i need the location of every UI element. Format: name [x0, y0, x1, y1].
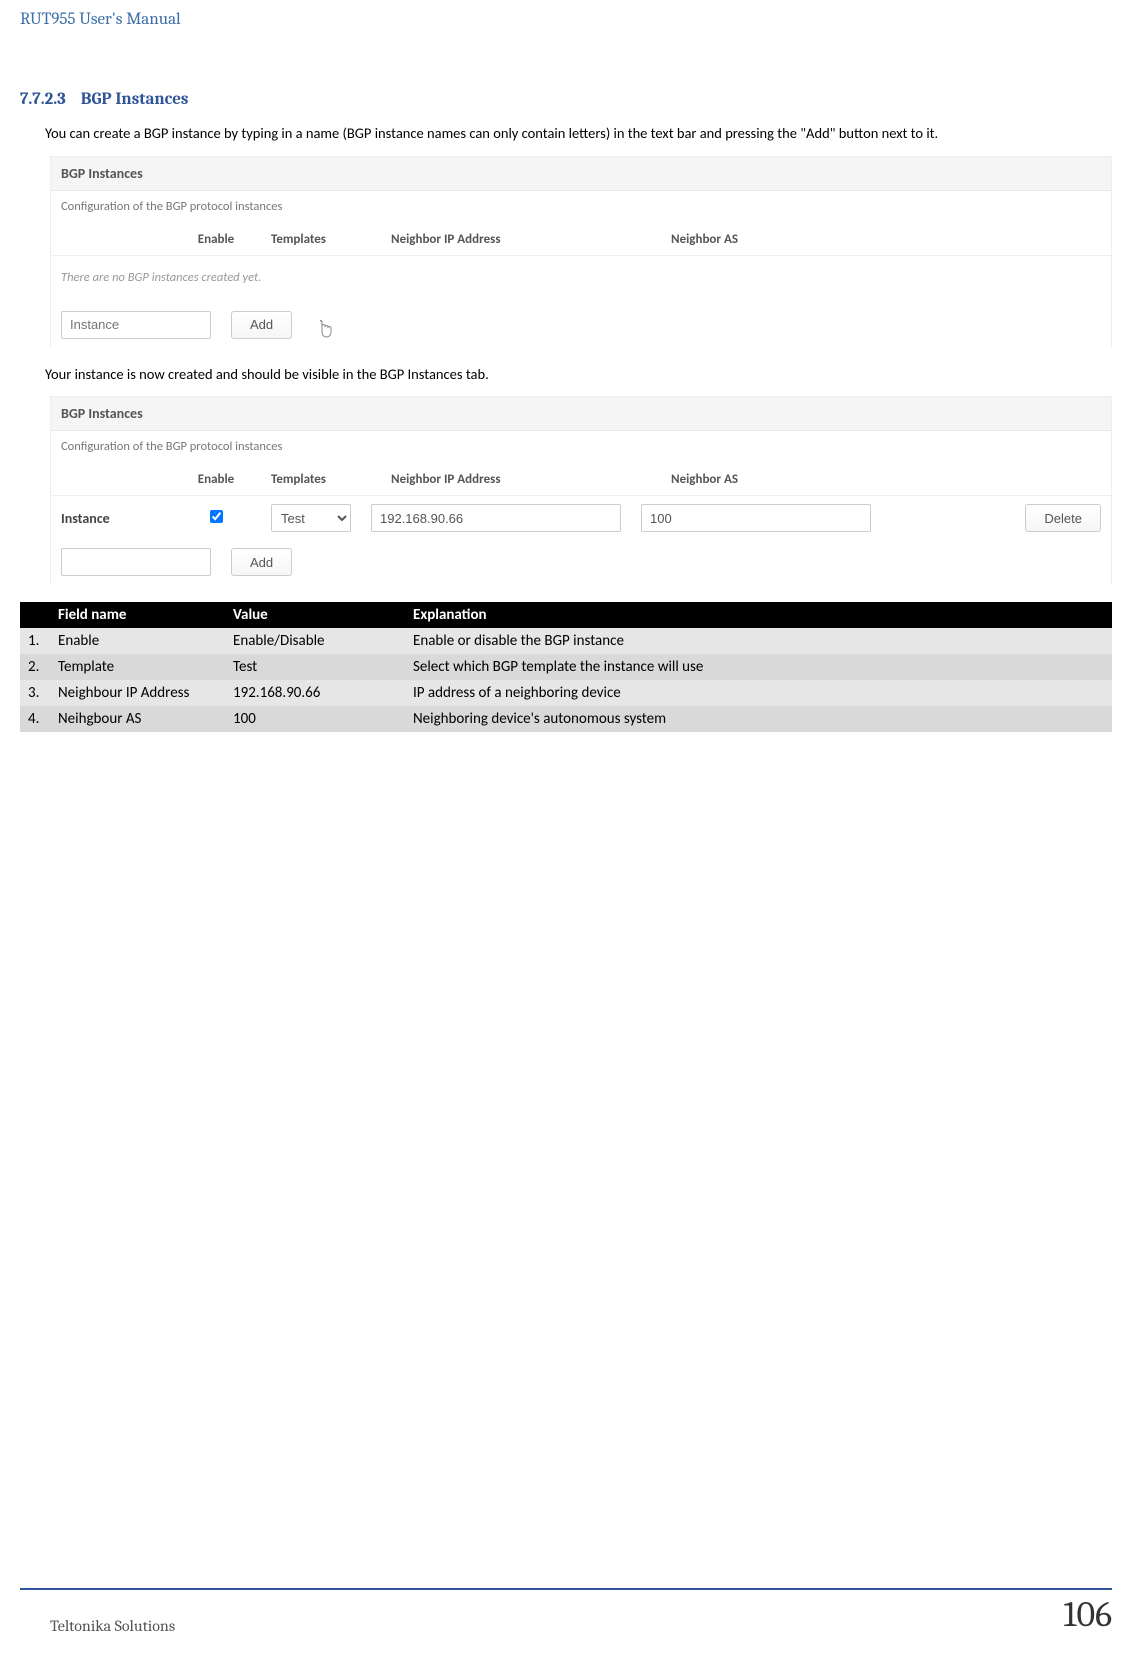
instance-row: Instance Test Delete	[51, 496, 1111, 540]
footer-company: Teltonika Solutions	[20, 1617, 175, 1635]
cell-field: Template	[50, 654, 225, 680]
footer-divider	[20, 1588, 1112, 1590]
panel-header-row: Enable Templates Neighbor IP Address Nei…	[51, 464, 1111, 496]
instance-name-label: Instance	[61, 510, 161, 527]
delete-button[interactable]: Delete	[1025, 504, 1101, 532]
add-button[interactable]: Add	[231, 311, 292, 339]
col-templates: Templates	[271, 472, 371, 487]
th-field-name: Field name	[50, 602, 225, 628]
panel-title: BGP Instances	[51, 157, 1111, 191]
cell-num: 1.	[20, 628, 50, 654]
panel-header-row: Enable Templates Neighbor IP Address Nei…	[51, 224, 1111, 256]
cell-value: Test	[225, 654, 405, 680]
intro-paragraph-1: You can create a BGP instance by typing …	[20, 124, 1112, 144]
col-enable: Enable	[181, 472, 251, 487]
neighbor-as-input[interactable]	[641, 504, 871, 532]
instance-name-input[interactable]	[61, 548, 211, 576]
table-row: 3. Neighbour IP Address 192.168.90.66 IP…	[20, 680, 1112, 706]
col-neighbor-as: Neighbor AS	[671, 232, 931, 247]
cell-expl: Enable or disable the BGP instance	[405, 628, 1112, 654]
bgp-instances-panel-empty: BGP Instances Configuration of the BGP p…	[50, 156, 1112, 347]
section-heading: 7.7.2.3 BGP Instances	[20, 90, 1112, 109]
section-title: BGP Instances	[81, 90, 189, 109]
cell-field: Neihgbour AS	[50, 706, 225, 732]
th-value: Value	[225, 602, 405, 628]
section-number: 7.7.2.3	[20, 90, 66, 109]
th-explanation: Explanation	[405, 602, 1112, 628]
neighbor-ip-input[interactable]	[371, 504, 621, 532]
col-neighbor-ip: Neighbor IP Address	[391, 232, 651, 247]
enable-checkbox[interactable]	[210, 510, 223, 523]
table-row: 1. Enable Enable/Disable Enable or disab…	[20, 628, 1112, 654]
page-footer: Teltonika Solutions 106	[20, 1588, 1112, 1635]
cell-num: 4.	[20, 706, 50, 732]
col-enable: Enable	[181, 232, 251, 247]
cell-field: Neighbour IP Address	[50, 680, 225, 706]
document-header-title: RUT955 User's Manual	[20, 10, 1112, 29]
instance-name-input[interactable]	[61, 311, 211, 339]
cell-value: 100	[225, 706, 405, 732]
cell-expl: Neighboring device's autonomous system	[405, 706, 1112, 732]
panel-subtitle: Configuration of the BGP protocol instan…	[51, 191, 1111, 224]
cell-field: Enable	[50, 628, 225, 654]
cell-value: Enable/Disable	[225, 628, 405, 654]
col-neighbor-ip: Neighbor IP Address	[391, 472, 651, 487]
cell-num: 3.	[20, 680, 50, 706]
col-templates: Templates	[271, 232, 371, 247]
cursor-pointer-icon	[316, 320, 334, 342]
cell-num: 2.	[20, 654, 50, 680]
cell-expl: IP address of a neighboring device	[405, 680, 1112, 706]
table-row: 4. Neihgbour AS 100 Neighboring device's…	[20, 706, 1112, 732]
field-explanation-table: Field name Value Explanation 1. Enable E…	[20, 602, 1112, 732]
panel-title: BGP Instances	[51, 397, 1111, 431]
bgp-instances-panel-populated: BGP Instances Configuration of the BGP p…	[50, 396, 1112, 584]
th-number	[20, 602, 50, 628]
empty-message: There are no BGP instances created yet.	[51, 256, 1111, 303]
cell-value: 192.168.90.66	[225, 680, 405, 706]
add-button[interactable]: Add	[231, 548, 292, 576]
table-row: 2. Template Test Select which BGP templa…	[20, 654, 1112, 680]
col-neighbor-as: Neighbor AS	[671, 472, 931, 487]
template-select[interactable]: Test	[271, 504, 351, 532]
cell-expl: Select which BGP template the instance w…	[405, 654, 1112, 680]
intro-paragraph-2: Your instance is now created and should …	[20, 365, 1112, 385]
page-number: 106	[1063, 1594, 1112, 1635]
panel-subtitle: Configuration of the BGP protocol instan…	[51, 431, 1111, 464]
